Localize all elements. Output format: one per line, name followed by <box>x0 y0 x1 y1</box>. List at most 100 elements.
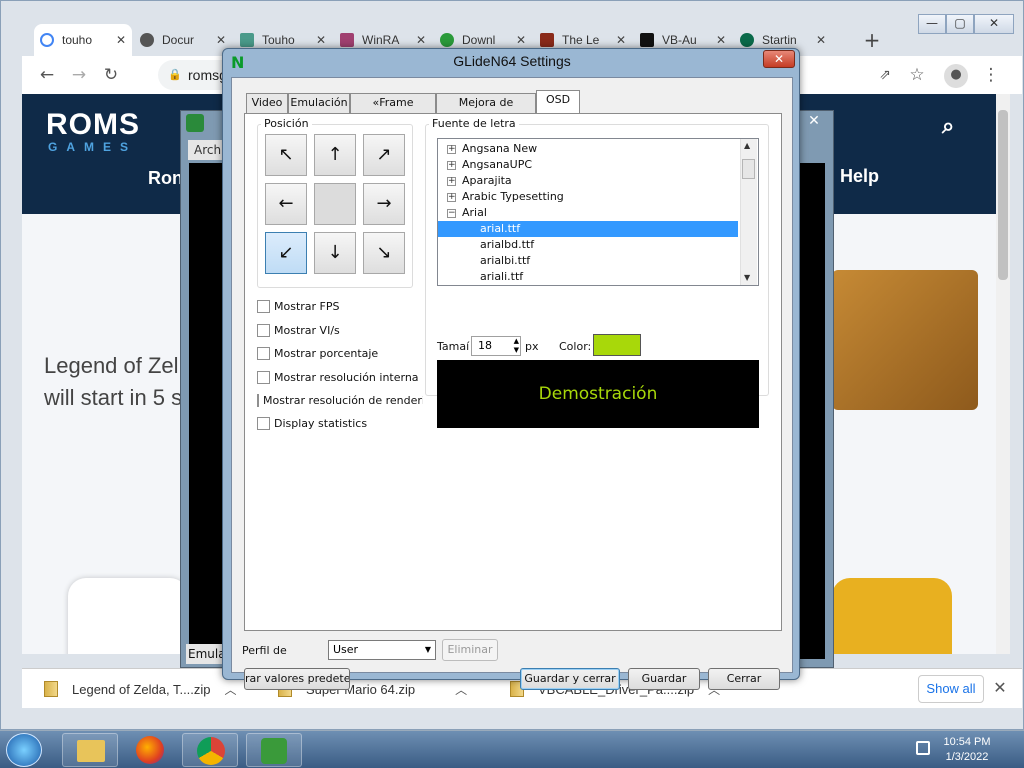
checkbox-box[interactable] <box>257 371 270 384</box>
clock-time: 10:54 PM <box>943 736 991 748</box>
font-size-spinner[interactable]: 18 ▲ ▼ <box>471 336 521 356</box>
close-tab-icon[interactable]: ✕ <box>216 33 226 47</box>
font-tree-view[interactable]: + Angsana New + AngsanaUPC + Aparajita + Ara… <box>437 138 759 286</box>
position-bottom-right-button[interactable]: ↘ <box>363 232 405 274</box>
reload-icon[interactable]: ↻ <box>100 64 122 86</box>
font-tree-item[interactable]: + Angsana New <box>438 141 738 157</box>
close-tab-icon[interactable]: ✕ <box>716 33 726 47</box>
font-tree-item[interactable]: + Aparajita <box>438 173 738 189</box>
project64-icon <box>261 738 287 764</box>
spin-down-icon[interactable]: ▼ <box>514 346 519 355</box>
explorer-taskbar-icon[interactable] <box>62 733 118 767</box>
share-icon[interactable]: ⇗ <box>874 64 896 86</box>
collapse-icon[interactable]: − <box>447 209 456 218</box>
position-right-button[interactable]: → <box>363 183 405 225</box>
profile-icon[interactable]: ● <box>944 64 968 88</box>
show-percent-checkbox[interactable]: Mostrar porcentaje <box>257 347 378 360</box>
browser-tab[interactable]: Docur ✕ <box>134 24 232 56</box>
expand-icon[interactable]: + <box>447 161 456 170</box>
profile-select[interactable]: User ▼ <box>328 640 436 660</box>
tab-frame-buffer[interactable]: «Frame buffer» <box>350 93 436 127</box>
close-download-bar-icon[interactable]: ✕ <box>988 677 1012 701</box>
save-and-close-button[interactable]: Guardar y cerrar <box>520 668 620 690</box>
browser-tab[interactable]: touho ✕ <box>34 24 132 56</box>
site-logo[interactable]: ROMS <box>46 108 140 142</box>
close-tab-icon[interactable]: ✕ <box>616 33 626 47</box>
dialog-close-button[interactable]: ✕ <box>763 50 795 68</box>
color-swatch[interactable] <box>593 334 641 356</box>
checkbox-box[interactable] <box>257 347 270 360</box>
position-top-right-button[interactable]: ↗ <box>363 134 405 176</box>
font-tree-item[interactable]: arialbi.ttf <box>438 253 738 269</box>
expand-icon[interactable]: + <box>447 145 456 154</box>
close-window-button[interactable]: ✕ <box>974 14 1014 34</box>
show-all-button[interactable]: Show all <box>918 675 984 703</box>
project64-taskbar-icon[interactable] <box>246 733 302 767</box>
close-tab-icon[interactable]: ✕ <box>116 33 126 47</box>
size-unit: px <box>525 340 539 353</box>
position-bottom-button[interactable]: ↓ <box>314 232 356 274</box>
emulator-close-button[interactable]: ✕ <box>798 110 830 132</box>
delete-profile-button[interactable]: Eliminar <box>442 639 498 661</box>
show-vis-checkbox[interactable]: Mostrar VI/s <box>257 324 340 337</box>
nav-help[interactable]: Help <box>840 166 879 187</box>
chevron-up-icon[interactable]: ︿ <box>455 681 467 698</box>
show-internal-res-checkbox[interactable]: Mostrar resolución interna <box>257 371 419 384</box>
font-tree-item[interactable]: + AngsanaUPC <box>438 157 738 173</box>
close-button[interactable]: Cerrar <box>708 668 780 690</box>
position-top-left-button[interactable]: ↖ <box>265 134 307 176</box>
start-button[interactable] <box>6 733 42 767</box>
font-tree-item[interactable]: − Arial <box>438 205 738 221</box>
close-tab-icon[interactable]: ✕ <box>416 33 426 47</box>
page-scroll-thumb[interactable] <box>998 110 1008 280</box>
display-statistics-checkbox[interactable]: Display statistics <box>257 417 367 430</box>
star-icon[interactable]: ☆ <box>906 64 928 86</box>
save-button[interactable]: Guardar <box>628 668 700 690</box>
download-item[interactable]: Legend of Zelda, T....zip ︿ <box>44 677 237 701</box>
checkbox-box[interactable] <box>257 394 259 407</box>
font-tree-item[interactable]: arialbd.ttf <box>438 237 738 253</box>
tab-video[interactable]: Video <box>246 93 288 113</box>
system-clock[interactable]: 10:54 PM 1/3/2022 <box>932 735 1002 765</box>
chevron-up-icon[interactable]: ︿ <box>225 681 237 698</box>
minimize-button[interactable]: — <box>918 14 946 34</box>
tab-emulacion[interactable]: Emulación <box>288 93 350 113</box>
scroll-up-icon[interactable]: ▲ <box>744 141 750 150</box>
tab-title: Startin <box>762 33 797 47</box>
expand-icon[interactable]: + <box>447 193 456 202</box>
close-tab-icon[interactable]: ✕ <box>316 33 326 47</box>
expand-icon[interactable]: + <box>447 177 456 186</box>
tab-osd[interactable]: OSD <box>536 90 580 114</box>
forward-icon[interactable]: → <box>68 64 90 86</box>
font-file-name: arial.ttf <box>480 222 521 235</box>
font-tree-item-selected[interactable]: arial.ttf <box>438 221 738 237</box>
menu-icon[interactable]: ⋮ <box>980 64 1002 86</box>
position-bottom-left-button[interactable]: ↙ <box>265 232 307 274</box>
search-icon[interactable]: ⌕ <box>942 114 954 139</box>
chrome-taskbar-icon[interactable] <box>182 733 238 767</box>
font-tree-scroll-thumb[interactable] <box>742 159 755 179</box>
maximize-button[interactable]: ▢ <box>946 14 974 34</box>
scroll-down-icon[interactable]: ▼ <box>744 273 750 282</box>
nav-roms[interactable]: Ron <box>148 168 183 189</box>
close-tab-icon[interactable]: ✕ <box>816 33 826 47</box>
chevron-down-icon[interactable]: ▼ <box>425 641 431 659</box>
tab-mejora-texturas[interactable]: Mejora de texturas <box>436 93 536 127</box>
reset-defaults-button[interactable]: rar valores predeterm <box>244 668 350 690</box>
checkbox-box[interactable] <box>257 417 270 430</box>
new-tab-button[interactable]: + <box>860 30 884 52</box>
checkbox-box[interactable] <box>257 300 270 313</box>
network-icon[interactable] <box>916 741 930 755</box>
show-render-res-checkbox[interactable]: Mostrar resolución de renderiza <box>257 394 423 407</box>
position-left-button[interactable]: ← <box>265 183 307 225</box>
spin-up-icon[interactable]: ▲ <box>514 337 519 346</box>
firefox-taskbar-icon[interactable] <box>122 733 178 767</box>
font-tree-item[interactable]: + Arabic Typesetting <box>438 189 738 205</box>
font-tree-item[interactable]: ariali.ttf <box>438 269 738 285</box>
position-top-button[interactable]: ↑ <box>314 134 356 176</box>
position-center-button[interactable] <box>314 183 356 225</box>
checkbox-box[interactable] <box>257 324 270 337</box>
show-fps-checkbox[interactable]: Mostrar FPS <box>257 300 340 313</box>
close-tab-icon[interactable]: ✕ <box>516 33 526 47</box>
back-icon[interactable]: ← <box>36 64 58 86</box>
